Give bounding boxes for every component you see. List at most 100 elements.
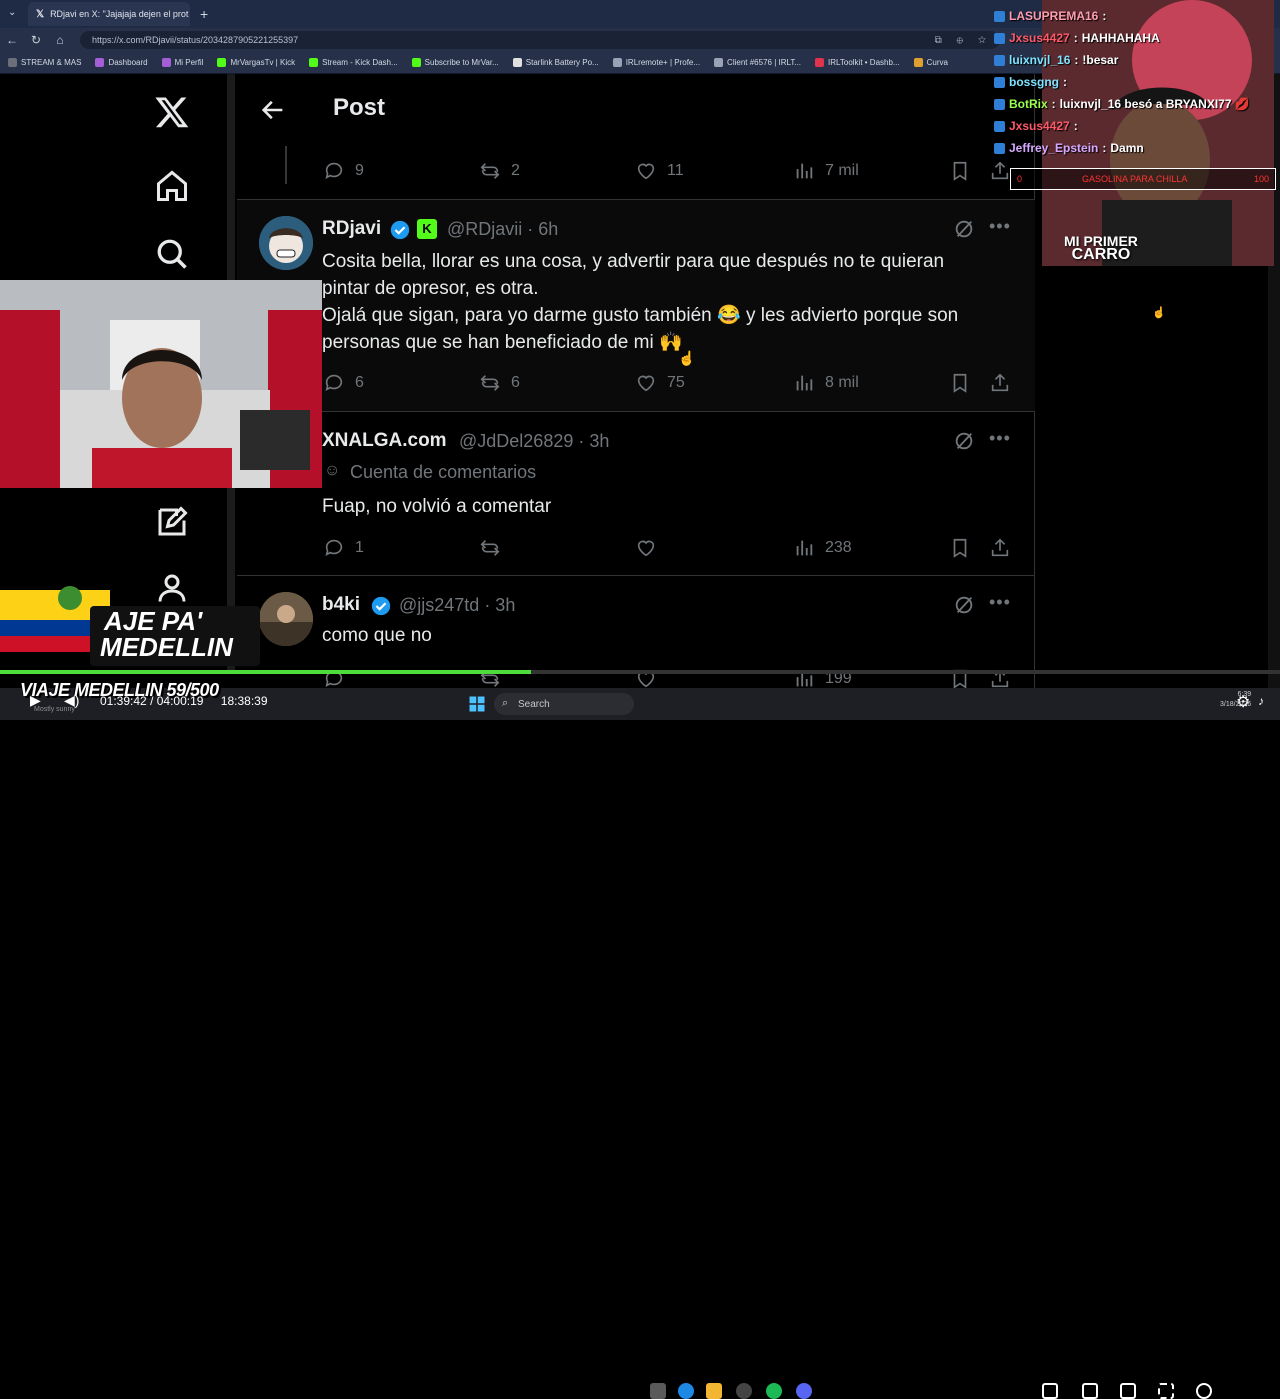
- post-text-line: pintar de opresor, es otra.: [322, 278, 539, 299]
- new-tab-button[interactable]: +: [200, 6, 208, 22]
- reload-icon[interactable]: ↻: [24, 33, 48, 47]
- search-icon[interactable]: [154, 236, 190, 272]
- page-title: Post: [333, 94, 386, 121]
- like-button[interactable]: 11: [635, 160, 684, 182]
- bookmark-icon[interactable]: [949, 372, 971, 394]
- bookmark-item[interactable]: Mi Perfil: [161, 58, 204, 67]
- bookmark-label: Stream - Kick Dash...: [322, 58, 398, 67]
- bookmark-favicon-icon: [217, 58, 227, 67]
- repost-button[interactable]: [479, 537, 501, 559]
- x-logo-icon[interactable]: [154, 94, 190, 130]
- grok-icon[interactable]: [953, 218, 975, 240]
- home-icon[interactable]: [154, 168, 190, 204]
- home-icon[interactable]: ⌂: [48, 33, 72, 47]
- clock-time: 6:39: [1237, 691, 1252, 698]
- file-explorer-icon[interactable]: [706, 1383, 722, 1399]
- discord-icon[interactable]: [796, 1383, 812, 1399]
- bookmark-item[interactable]: MrVargasTv | Kick: [217, 58, 295, 67]
- display-icon[interactable]: [1120, 1383, 1136, 1399]
- car-title-line: CARRO: [1071, 246, 1131, 263]
- more-options-icon[interactable]: •••: [989, 592, 1011, 613]
- views-button[interactable]: 238: [793, 537, 852, 559]
- chat-username: bossgng: [1009, 75, 1059, 89]
- chat-message: Jxsus4427:: [994, 116, 1082, 136]
- repost-count: 6: [511, 374, 520, 391]
- reply-post[interactable]: XNALGA.com @JdDel26829 · 3h ••• ☺ Cuenta…: [237, 412, 1035, 576]
- reply-button[interactable]: 9: [323, 160, 364, 182]
- view-count: 7 mil: [825, 162, 859, 179]
- share-icon[interactable]: [989, 537, 1011, 559]
- avatar[interactable]: [259, 216, 313, 270]
- bookmark-item[interactable]: Starlink Battery Po...: [512, 58, 599, 67]
- repost-button[interactable]: 6: [479, 372, 520, 394]
- parent-post-actions: 9 2 11 7 mil: [237, 146, 1035, 200]
- time-total: 18:38:39: [220, 694, 268, 708]
- like-button[interactable]: 75: [635, 372, 685, 394]
- more-options-icon[interactable]: •••: [989, 216, 1011, 237]
- author-name[interactable]: RDjavi: [322, 218, 381, 240]
- kick-badge-icon: K: [417, 219, 437, 239]
- speed-icon[interactable]: [1196, 1383, 1212, 1399]
- view-count: 8 mil: [825, 374, 859, 391]
- chat-message: LASUPREMA16:: [994, 6, 1110, 26]
- post-text-line: Ojalá que sigan, para yo darme gusto tam…: [322, 305, 959, 326]
- grok-icon[interactable]: [953, 594, 975, 616]
- task-view-icon[interactable]: [650, 1383, 666, 1399]
- bookmark-item[interactable]: IRLremote+ | Profe...: [612, 58, 701, 67]
- share-icon[interactable]: [989, 372, 1011, 394]
- verified-badge-icon: [390, 220, 410, 240]
- post-text-line: como que no: [322, 625, 432, 646]
- bookmark-item[interactable]: Client #6576 | IRLT...: [714, 58, 801, 67]
- obs-icon[interactable]: [736, 1383, 752, 1399]
- bookmark-label: Mi Perfil: [174, 58, 204, 67]
- bookmark-label: IRLremote+ | Profe...: [625, 58, 701, 67]
- bookmark-item[interactable]: IRLToolkit • Dashb...: [815, 58, 900, 67]
- bookmark-item[interactable]: Subscribe to MrVar...: [411, 58, 499, 67]
- share-icon[interactable]: [989, 160, 1011, 182]
- bookmark-item[interactable]: Dashboard: [95, 58, 148, 67]
- bookmark-item[interactable]: Stream - Kick Dash...: [309, 58, 398, 67]
- sound-icon[interactable]: ♪: [1258, 694, 1264, 708]
- author-name[interactable]: XNALGA.com: [322, 430, 447, 452]
- bookmark-item[interactable]: Curva: [913, 58, 948, 67]
- window-icon[interactable]: [1082, 1383, 1098, 1399]
- reply-post[interactable]: RDjavi K @RDjavii · 6h ••• Cosita bella,…: [237, 200, 1035, 412]
- weather-text: Mostly sunny: [34, 706, 75, 713]
- taskbar-search-input[interactable]: ⌕ Search: [494, 693, 634, 715]
- spotify-icon[interactable]: [766, 1383, 782, 1399]
- browser-tab-active[interactable]: 𝕏 RDjavi en X: "Jajajaja dejen el prot ✕: [28, 2, 190, 26]
- reply-button[interactable]: 1: [323, 537, 364, 559]
- views-button[interactable]: 8 mil: [793, 372, 859, 394]
- windows-start-icon[interactable]: [468, 695, 486, 713]
- grok-icon[interactable]: [953, 430, 975, 452]
- back-arrow-icon[interactable]: [259, 96, 287, 124]
- chat-text: Damn: [1110, 141, 1144, 155]
- chat-badge-icon: [994, 120, 1005, 132]
- back-arrow-icon[interactable]: ←: [0, 33, 24, 47]
- tab-list-button[interactable]: ⌄: [8, 7, 16, 18]
- account-label: Cuenta de comentarios: [350, 462, 537, 482]
- address-bar-icons[interactable]: ⧉ ⊕ ☆: [935, 35, 992, 46]
- bookmark-favicon-icon: [411, 58, 421, 67]
- edge-icon[interactable]: [678, 1383, 694, 1399]
- author-handle[interactable]: @JdDel26829 · 3h: [459, 431, 609, 452]
- compose-icon[interactable]: [154, 504, 190, 540]
- views-button[interactable]: 7 mil: [793, 160, 859, 182]
- author-name[interactable]: b4ki: [322, 594, 360, 616]
- author-handle[interactable]: @jjs247td · 3h: [399, 595, 515, 616]
- fullscreen-icon[interactable]: [1158, 1383, 1174, 1399]
- like-button[interactable]: [635, 537, 657, 559]
- repost-button[interactable]: 2: [479, 160, 520, 182]
- system-clock[interactable]: 6:39 3/18/2026: [1220, 690, 1251, 710]
- bookmark-item[interactable]: STREAM & MAS: [8, 58, 81, 67]
- author-handle[interactable]: @RDjavii · 6h: [447, 219, 558, 240]
- screen-icon[interactable]: [1042, 1383, 1058, 1399]
- chat-badge-icon: [994, 54, 1005, 66]
- reply-button[interactable]: 6: [323, 372, 364, 394]
- chat-username: Jxsus4427: [1009, 119, 1070, 133]
- more-options-icon[interactable]: •••: [989, 428, 1011, 449]
- url-field[interactable]: https://x.com/RDjavii/status/20342879052…: [80, 31, 1000, 49]
- bookmark-icon[interactable]: [949, 160, 971, 182]
- bookmark-icon[interactable]: [949, 537, 971, 559]
- avatar[interactable]: [259, 592, 313, 646]
